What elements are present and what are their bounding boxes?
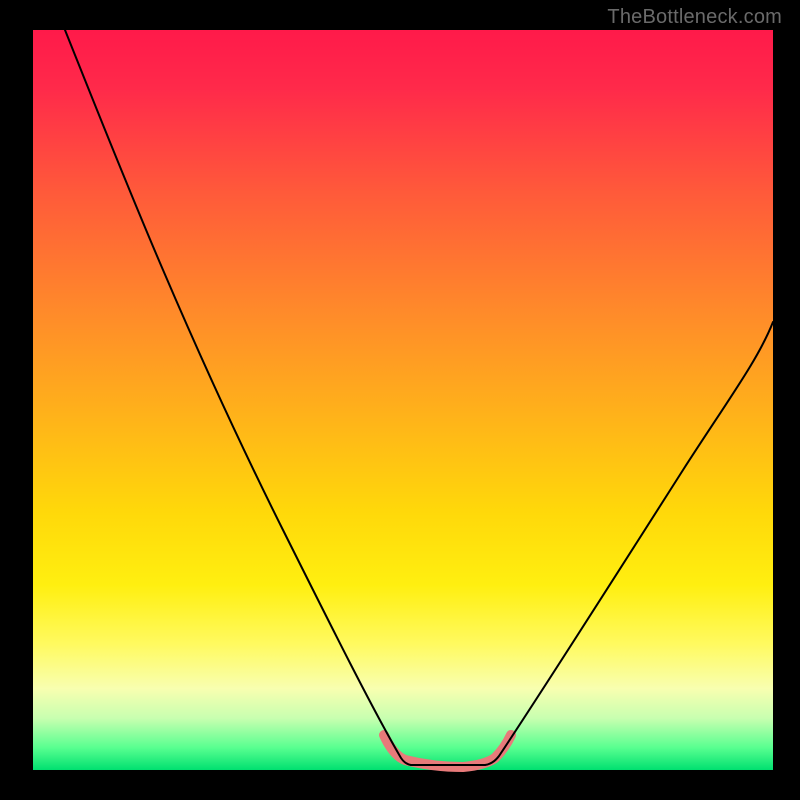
chart-frame: TheBottleneck.com bbox=[0, 0, 800, 800]
watermark-text: TheBottleneck.com bbox=[607, 6, 782, 29]
plot-area bbox=[33, 30, 773, 770]
curve-layer bbox=[33, 30, 773, 770]
v-curve-right bbox=[485, 322, 773, 765]
v-curve-left bbox=[65, 30, 411, 765]
